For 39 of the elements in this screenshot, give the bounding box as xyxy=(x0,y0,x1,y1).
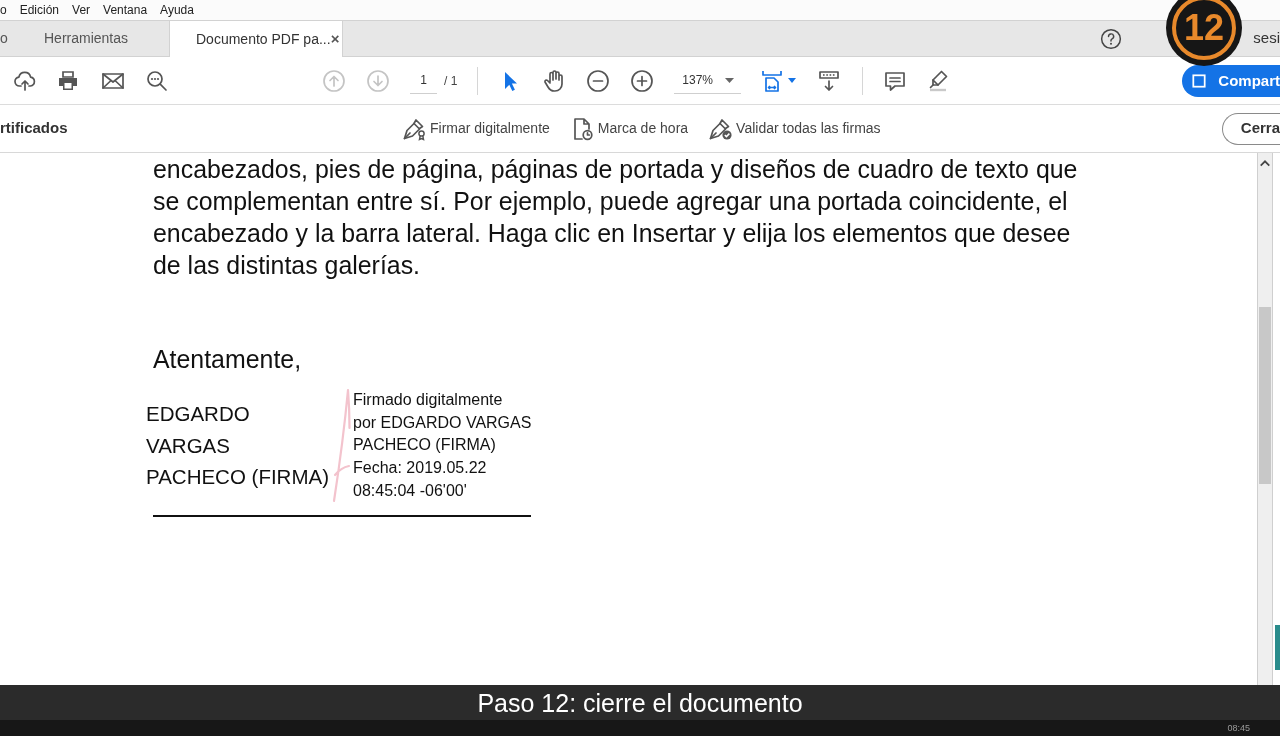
document-paragraph: encabezados, pies de página, páginas de portada y diseños de cuadro de texto que se complementan entre sí. Por ejemplo, puede agregar una portada coincidente, el encabezado y la barra lateral. Haga clic en Insertar y elija los elementos que desee de las distintas galerías. xyxy=(153,154,1078,281)
share-icon xyxy=(1192,73,1207,88)
help-icon[interactable] xyxy=(1100,27,1123,50)
print-icon[interactable] xyxy=(56,68,80,93)
closing-text: Atentamente, xyxy=(153,344,302,375)
video-caption: Paso 12: cierre el documento xyxy=(477,687,803,718)
step-number-badge: 12 xyxy=(1166,0,1242,66)
signature-details: Firmado digitalmente por EDGARDO VARGAS PACHECO (FIRMA) Fecha: 2019.05.22 08:45:04 -06'00' xyxy=(353,390,532,501)
caret-icon xyxy=(725,77,735,83)
scrollbar-thumb[interactable] xyxy=(1259,307,1271,484)
toolbar-action[interactable]: Marca de hora xyxy=(569,116,689,141)
page-number-field[interactable]: 1 xyxy=(410,67,437,94)
fit-page-icon[interactable] xyxy=(760,68,785,93)
pen-check-icon xyxy=(708,116,733,141)
close-button[interactable]: × xyxy=(330,31,340,47)
menu-item[interactable]: o xyxy=(0,2,7,18)
toolbar-action[interactable]: Validar todas las firmas xyxy=(708,116,881,141)
panel-title: rtificados xyxy=(0,118,68,139)
chevron-up-icon[interactable] xyxy=(1259,158,1271,168)
menu-item[interactable]: Ver xyxy=(72,2,91,18)
menu-item[interactable]: Ayuda xyxy=(160,2,194,18)
zoom-out-icon[interactable] xyxy=(586,68,611,93)
tab[interactable]: Documento PDF pa...× xyxy=(170,21,343,57)
signer-name: EDGARDO VARGAS PACHECO (FIRMA) xyxy=(146,401,329,490)
zoom-field[interactable]: 137% xyxy=(674,67,742,94)
zoom-in-icon[interactable] xyxy=(630,68,655,93)
toolbar-action[interactable]: Firmar digitalmente xyxy=(402,116,550,141)
scroll-mode-icon[interactable] xyxy=(817,68,842,93)
caret-icon[interactable] xyxy=(788,78,797,83)
page-count: / 1 xyxy=(444,72,458,90)
sign-in-link[interactable]: sesi xyxy=(1253,27,1280,50)
share-button[interactable]: Compart xyxy=(1182,64,1280,97)
scrollbar[interactable] xyxy=(1257,153,1273,685)
taskbar-clock: 08:45 xyxy=(1227,723,1250,733)
search-icon[interactable] xyxy=(145,68,169,93)
menu-item[interactable]: Ventana xyxy=(103,2,148,18)
menu-item[interactable]: Edición xyxy=(19,2,60,18)
signature-pen-icon xyxy=(402,116,426,141)
tab[interactable]: o xyxy=(0,21,30,56)
